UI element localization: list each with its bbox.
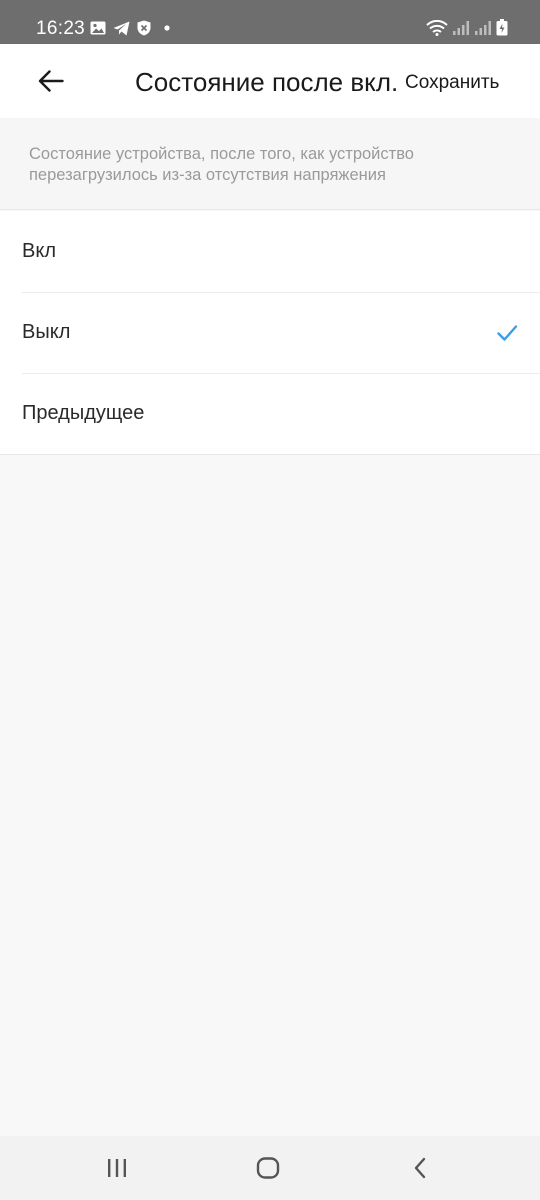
image-icon bbox=[90, 21, 106, 35]
system-icons bbox=[422, 19, 508, 36]
dot-icon bbox=[158, 24, 172, 32]
description-text: Состояние устройства, после того, как ус… bbox=[29, 145, 414, 184]
status-bar: 16:23 bbox=[0, 0, 540, 44]
option-off[interactable]: Выкл bbox=[0, 292, 540, 373]
signal-icon bbox=[474, 20, 492, 36]
telegram-icon bbox=[113, 21, 130, 36]
option-label: Выкл bbox=[22, 321, 71, 343]
save-button[interactable]: Сохранить bbox=[405, 71, 503, 95]
option-on[interactable]: Вкл bbox=[0, 211, 540, 292]
page-title: Состояние после вкл. bbox=[135, 67, 399, 97]
shield-icon bbox=[137, 20, 151, 36]
wifi-icon bbox=[426, 19, 448, 36]
recent-apps-button[interactable] bbox=[97, 1154, 137, 1182]
home-icon bbox=[256, 1157, 280, 1179]
option-label: Предыдущее bbox=[22, 402, 145, 424]
option-label: Вкл bbox=[22, 240, 56, 262]
navigation-bar bbox=[0, 1136, 540, 1200]
home-button[interactable] bbox=[248, 1154, 288, 1182]
notification-icons bbox=[90, 20, 179, 36]
app-bar: Состояние после вкл. Сохранить bbox=[0, 44, 540, 118]
arrow-left-icon bbox=[38, 70, 64, 92]
back-nav-button[interactable] bbox=[400, 1154, 440, 1182]
status-time: 16:23 bbox=[36, 18, 86, 39]
check-icon bbox=[497, 325, 518, 341]
back-button[interactable] bbox=[30, 60, 72, 102]
recent-apps-icon bbox=[108, 1159, 126, 1177]
back-nav-icon bbox=[414, 1157, 426, 1179]
options-list: Вкл Выкл Предыдущее bbox=[0, 211, 540, 455]
description-section: Состояние устройства, после того, как ус… bbox=[0, 118, 540, 210]
signal-icon bbox=[452, 20, 470, 36]
option-previous[interactable]: Предыдущее bbox=[0, 373, 540, 454]
battery-icon bbox=[496, 19, 508, 36]
